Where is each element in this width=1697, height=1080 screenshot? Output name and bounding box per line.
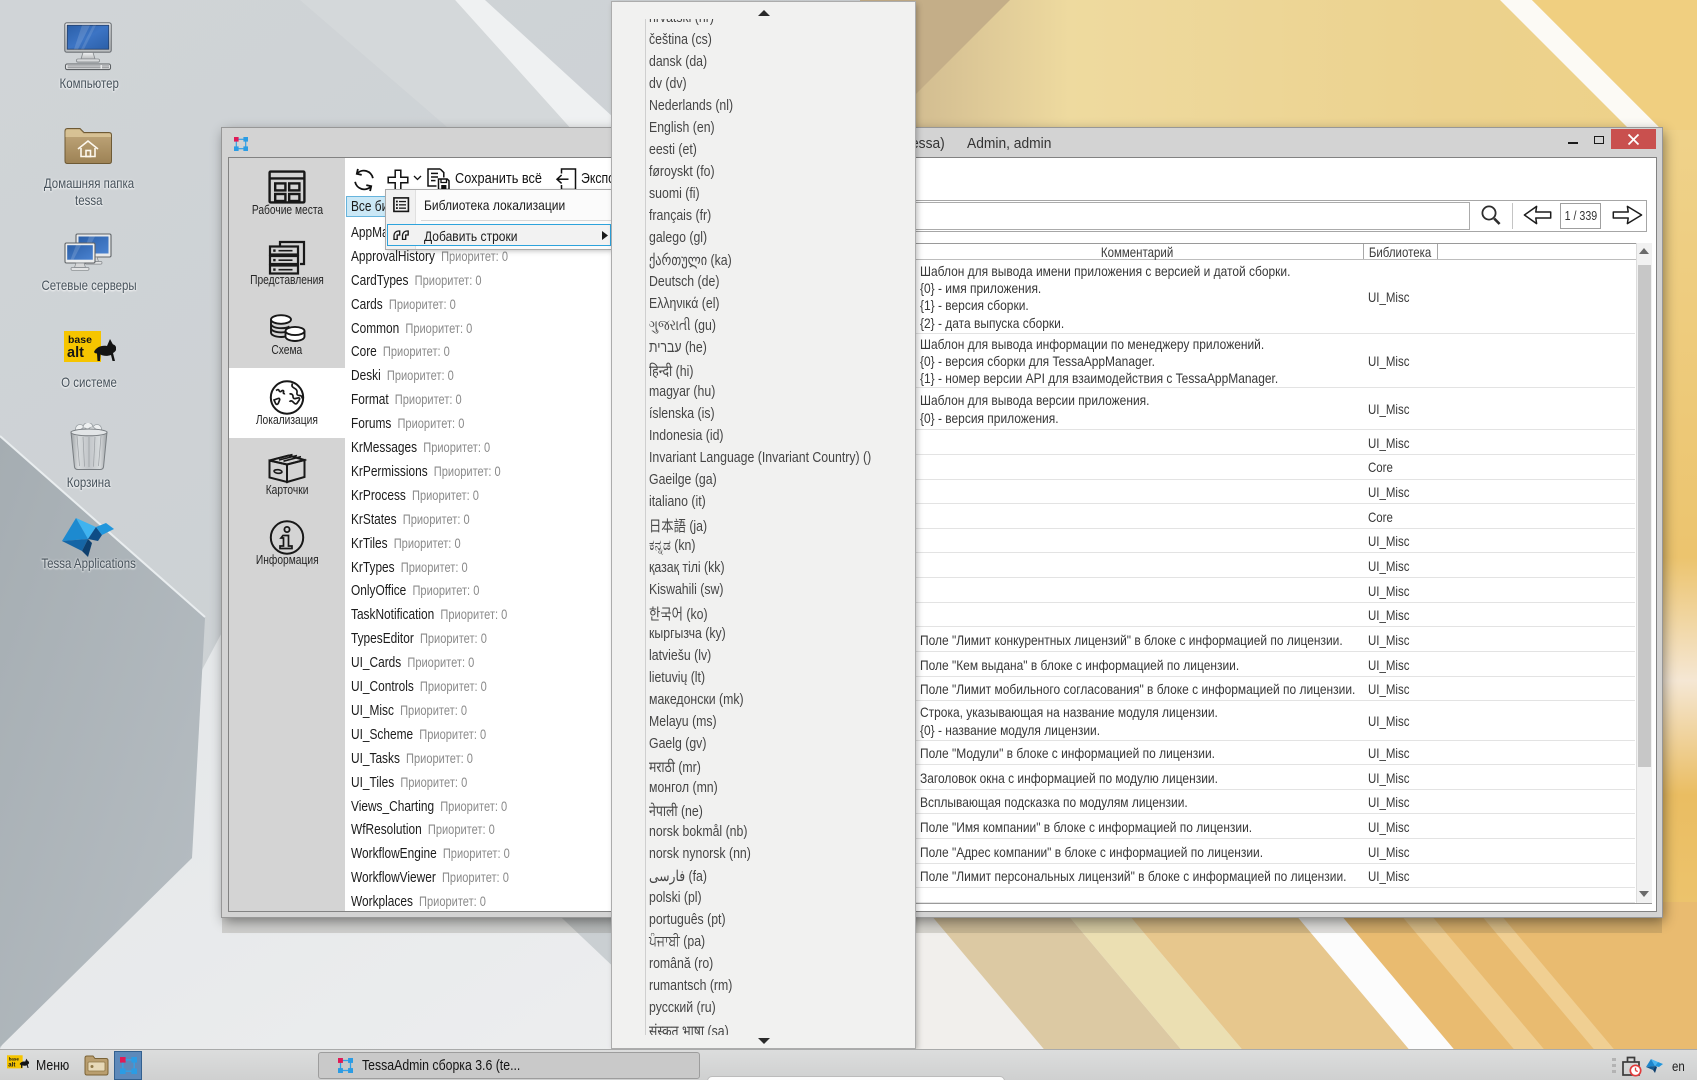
- svg-text:base: base: [9, 1056, 20, 1061]
- svg-text:alt: alt: [67, 345, 84, 361]
- svg-text:alt: alt: [8, 1061, 15, 1068]
